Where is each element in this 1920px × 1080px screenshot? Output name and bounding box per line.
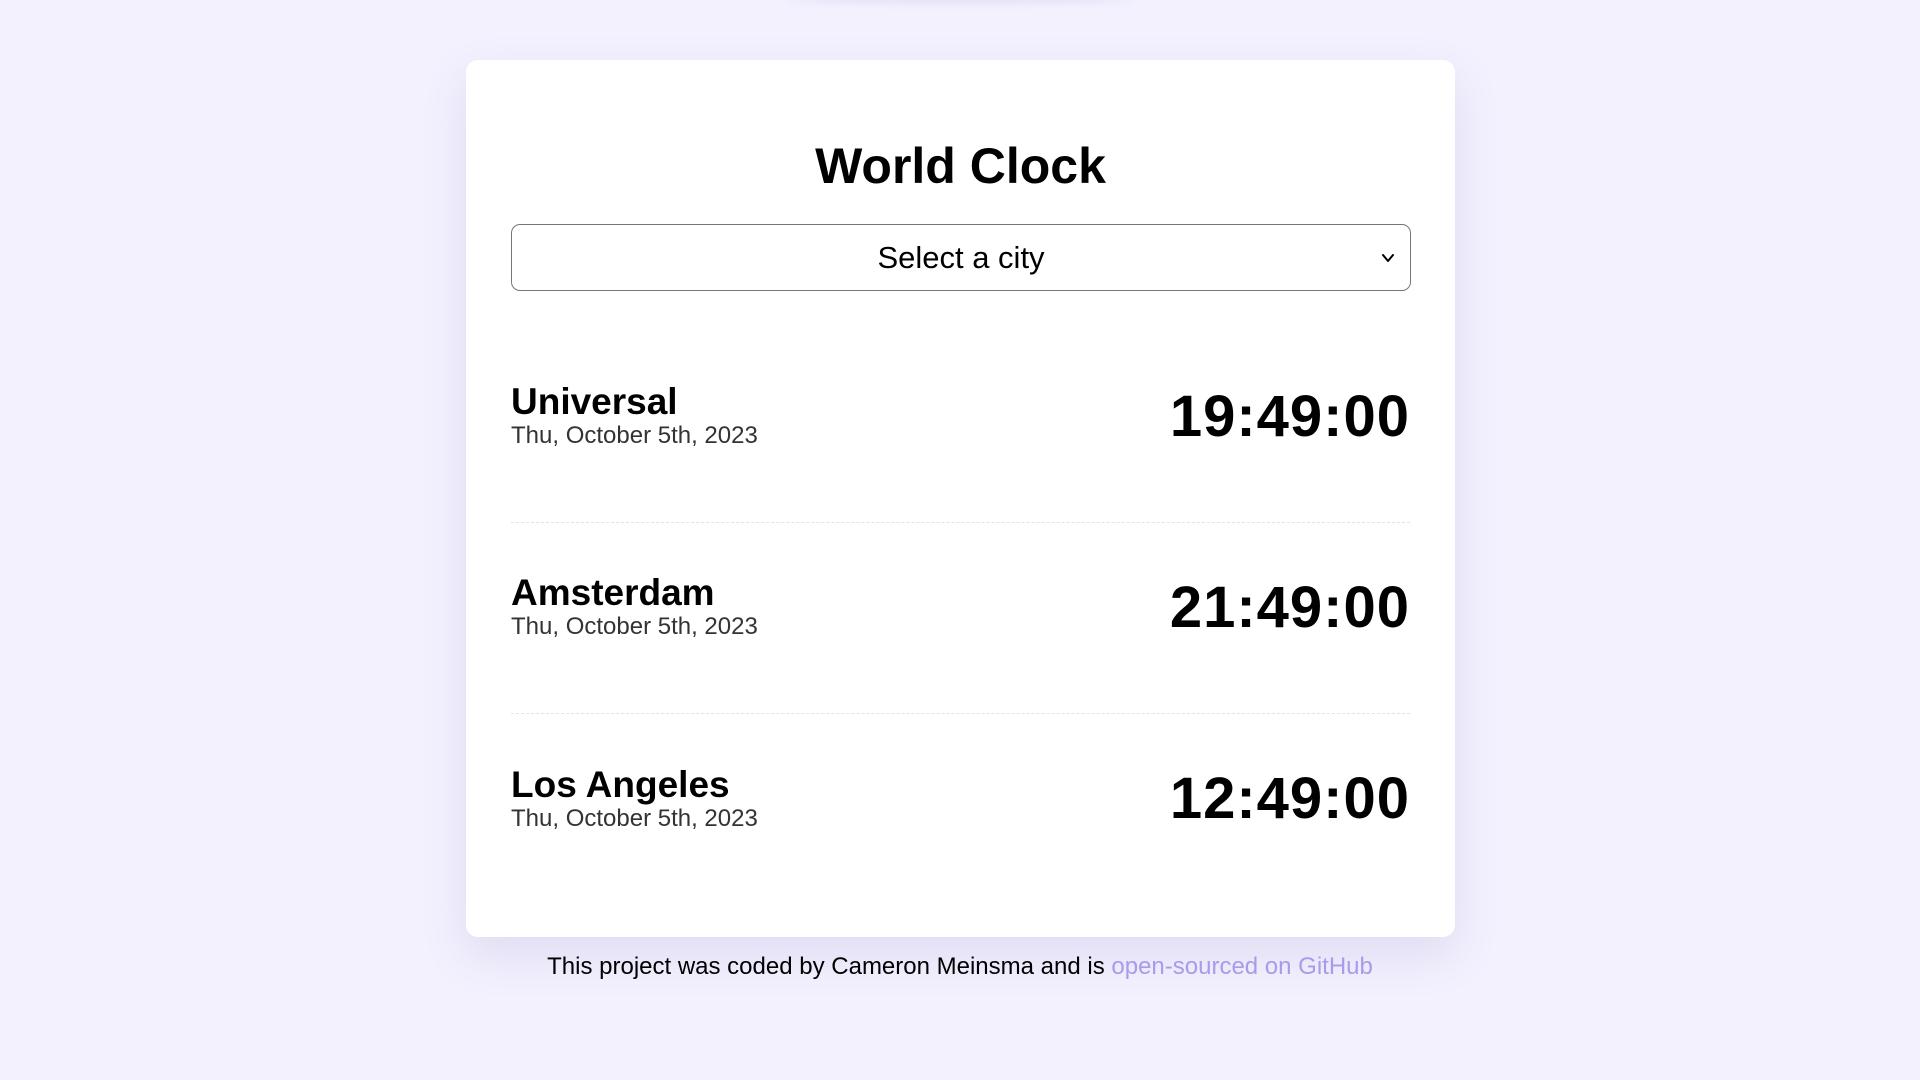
city-info: Amsterdam Thu, October 5th, 2023 [511, 573, 758, 641]
city-date: Thu, October 5th, 2023 [511, 804, 758, 832]
city-time: 12:49:00 [1169, 766, 1410, 831]
city-list: Universal Thu, October 5th, 2023 19:49:0… [511, 332, 1410, 905]
page-title: World Clock [815, 138, 1106, 194]
footer: This project was coded by Cameron Meinsm… [0, 950, 1920, 984]
city-row-universal: Universal Thu, October 5th, 2023 19:49:0… [511, 332, 1410, 523]
footer-text: This project was coded by Cameron Meinsm… [547, 953, 1112, 980]
city-date: Thu, October 5th, 2023 [511, 613, 758, 640]
city-row-amsterdam: Amsterdam Thu, October 5th, 2023 21:49:0… [511, 523, 1410, 714]
city-time: 19:49:00 [1169, 383, 1410, 449]
city-name: Los Angeles [511, 763, 730, 805]
github-link[interactable]: open-sourced on GitHub [1111, 953, 1373, 980]
city-select-value: Select a city [877, 239, 1045, 275]
city-info: Los Angeles Thu, October 5th, 2023 [511, 763, 758, 833]
city-date: Thu, October 5th, 2023 [511, 422, 758, 449]
city-name: Universal [511, 381, 678, 422]
world-clock-card: World Clock Select a city Universal Thu,… [466, 60, 1455, 937]
city-name: Amsterdam [511, 572, 715, 613]
city-time: 21:49:00 [1169, 574, 1410, 640]
chevron-down-icon [1382, 253, 1394, 262]
city-row-los-angeles: Los Angeles Thu, October 5th, 2023 12:49… [511, 714, 1410, 905]
city-info: Universal Thu, October 5th, 2023 [511, 382, 758, 450]
city-select-dropdown[interactable]: Select a city [511, 224, 1411, 291]
